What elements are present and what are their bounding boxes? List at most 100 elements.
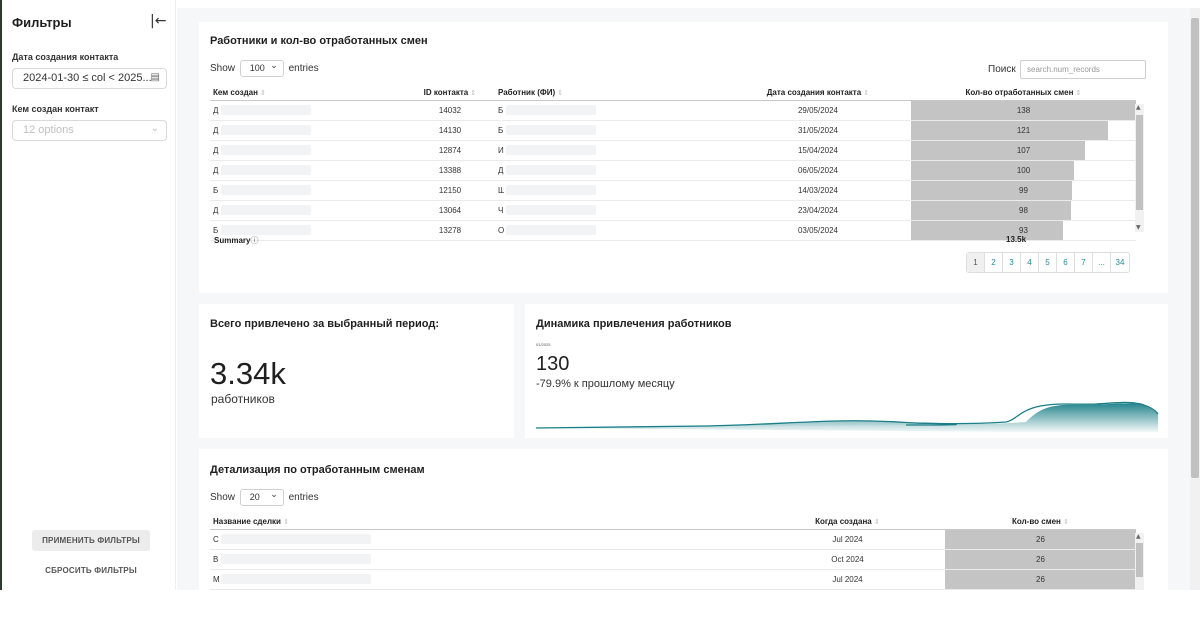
page-link[interactable]: 3 — [1003, 253, 1021, 272]
deal-shifts-value: 26 — [1036, 534, 1045, 544]
table-row[interactable]: М Jul 2024 26 — [210, 569, 1136, 590]
page-link[interactable]: 6 — [1057, 253, 1075, 272]
contact-id-cell: 13064 — [405, 200, 495, 221]
page-scrollbar[interactable] — [1190, 8, 1200, 590]
worker-cell: Ш — [495, 180, 725, 201]
table-row[interactable]: Д 14130 Б 31/05/2024 121 — [210, 120, 1136, 141]
page-link[interactable]: 1 — [967, 253, 985, 272]
shifts-cell: 121 — [911, 120, 1136, 141]
page-link[interactable]: 34 — [1111, 253, 1129, 272]
page-link[interactable]: 4 — [1021, 253, 1039, 272]
col-contact-id[interactable]: ID контакта ⇕ — [405, 86, 495, 101]
worker-cell: Б — [495, 120, 725, 141]
shifts-value: 107 — [1016, 145, 1031, 155]
deal-shifts-value: 26 — [1036, 554, 1045, 564]
workers-table-scrollbar[interactable]: ▲ ▼ — [1135, 104, 1144, 232]
sort-icon: ⇕ — [557, 89, 564, 98]
scroll-thumb[interactable] — [1136, 115, 1143, 210]
sort-icon: ⇕ — [863, 89, 870, 98]
table-row[interactable]: В Oct 2024 26 — [210, 549, 1136, 570]
scroll-thumb[interactable] — [1136, 543, 1143, 577]
creator-filter-select[interactable]: 12 options ⌄ — [12, 120, 167, 141]
page-link[interactable]: 7 — [1075, 253, 1093, 272]
col-creator-label: Кем создан — [213, 88, 258, 98]
worker-value: О — [498, 225, 504, 235]
scroll-up-icon[interactable]: ▲ — [1136, 533, 1141, 540]
created-date-cell: 23/04/2024 — [725, 200, 911, 221]
table-row[interactable]: Д 13064 Ч 23/04/2024 98 — [210, 200, 1136, 221]
sort-icon: ⇕ — [260, 89, 267, 98]
page-link[interactable]: 5 — [1039, 253, 1057, 272]
deal-shifts-value: 26 — [1036, 574, 1045, 584]
worker-cell: Б — [495, 100, 725, 121]
trend-date: 01/2025 — [536, 342, 551, 347]
creator-cell: Б — [210, 180, 405, 201]
worker-value: Ч — [498, 205, 504, 215]
workers-search-input[interactable]: search.num_records — [1020, 60, 1146, 79]
scroll-down-icon[interactable]: ▼ — [1136, 224, 1141, 231]
collapse-sidebar-icon[interactable]: |← — [150, 13, 166, 29]
redacted-text — [221, 554, 371, 564]
page-scroll-thumb[interactable] — [1191, 18, 1199, 478]
info-icon[interactable]: ⓘ — [250, 236, 258, 245]
calendar-icon: ▤ — [150, 72, 160, 83]
reset-filters-button[interactable]: СБРОСИТЬ ФИЛЬТРЫ — [32, 560, 150, 581]
col-deal-name-label: Название сделки — [213, 517, 281, 527]
table-row[interactable]: Б 13278 О 03/05/2024 93 — [210, 220, 1136, 241]
contact-id-cell: 12874 — [405, 140, 495, 161]
details-entries-select[interactable]: 20 ⌄ — [239, 489, 284, 506]
chevron-down-icon: ⌄ — [270, 490, 278, 500]
workers-entries-select[interactable]: 100 ⌄ — [239, 60, 284, 77]
table-row[interactable]: Д 13388 Д 06/05/2024 100 — [210, 160, 1136, 181]
trend-change: -79.9% к прошлому месяцу — [536, 378, 675, 390]
shifts-value: 99 — [1019, 185, 1028, 195]
workers-summary: Summaryⓘ — [214, 235, 258, 246]
details-table-scrollbar[interactable]: ▲ — [1135, 533, 1144, 590]
page-link[interactable]: ... — [1093, 253, 1111, 272]
shifts-cell: 138 — [911, 100, 1136, 121]
date-filter-input[interactable]: 2024-01-30 ≤ col < 2025... ▤ — [12, 68, 167, 89]
details-header-row: Название сделки ⇕ Когда создана ⇕ Кол-во… — [210, 515, 1136, 530]
deal-name-value: М — [213, 575, 219, 584]
deal-name-value: В — [213, 554, 219, 564]
details-table-body: С Jul 2024 26 В Oct 2024 26 М Jul 2024 26 — [210, 529, 1136, 590]
scroll-up-icon[interactable]: ▲ — [1136, 104, 1141, 111]
col-shifts-label: Кол-во отработанных смен — [965, 88, 1074, 98]
deal-created-cell: Oct 2024 — [750, 549, 945, 570]
trend-sparkline — [536, 401, 1158, 432]
table-row[interactable]: С Jul 2024 26 — [210, 529, 1136, 550]
shifts-cell: 100 — [911, 160, 1136, 181]
shifts-cell: 98 — [911, 200, 1136, 221]
entries-label: entries — [288, 492, 319, 504]
page-link[interactable]: 2 — [985, 253, 1003, 272]
date-filter-value: 2024-01-30 ≤ col < 2025... — [23, 72, 152, 84]
shifts-cell: 107 — [911, 140, 1136, 161]
col-deal-created-label: Когда создана — [815, 517, 872, 527]
contact-id-cell: 14130 — [405, 120, 495, 141]
col-deal-name[interactable]: Название сделки ⇕ — [210, 515, 750, 530]
creator-value: Д — [213, 105, 219, 115]
apply-filters-button[interactable]: ПРИМЕНИТЬ ФИЛЬТРЫ — [32, 530, 150, 551]
show-label: Show — [210, 63, 236, 75]
creator-value: Д — [213, 165, 219, 175]
table-row[interactable]: Б 12150Ш 14/03/2024 99 — [210, 180, 1136, 201]
col-created-date[interactable]: Дата создания контакта ⇕ — [725, 86, 911, 101]
shifts-value: 138 — [1016, 105, 1031, 115]
col-worker[interactable]: Работник (ФИ) ⇕ — [495, 86, 725, 101]
col-deal-created[interactable]: Когда создана ⇕ — [750, 515, 945, 530]
redacted-text — [221, 205, 311, 215]
total-card: Всего привлечено за выбранный период: 3.… — [199, 304, 514, 438]
dashboard-main: Работники и кол-во отработанных смен Sho… — [177, 8, 1190, 590]
redacted-text — [221, 165, 311, 175]
col-shifts[interactable]: Кол-во отработанных смен ⇕ — [911, 86, 1136, 101]
col-creator[interactable]: Кем создан ⇕ — [210, 86, 405, 101]
total-unit: работников — [211, 392, 275, 406]
chevron-down-icon: ⌄ — [150, 123, 159, 134]
table-row[interactable]: Д 14032 Б 29/05/2024 138 — [210, 100, 1136, 121]
creator-cell: Д — [210, 200, 405, 221]
deal-name-cell: М — [210, 569, 750, 590]
creator-cell: Д — [210, 160, 405, 181]
col-deal-shifts[interactable]: Кол-во смен ⇕ — [945, 515, 1136, 530]
creator-cell: Д — [210, 140, 405, 161]
table-row[interactable]: Д 12874 И 15/04/2024 107 — [210, 140, 1136, 161]
